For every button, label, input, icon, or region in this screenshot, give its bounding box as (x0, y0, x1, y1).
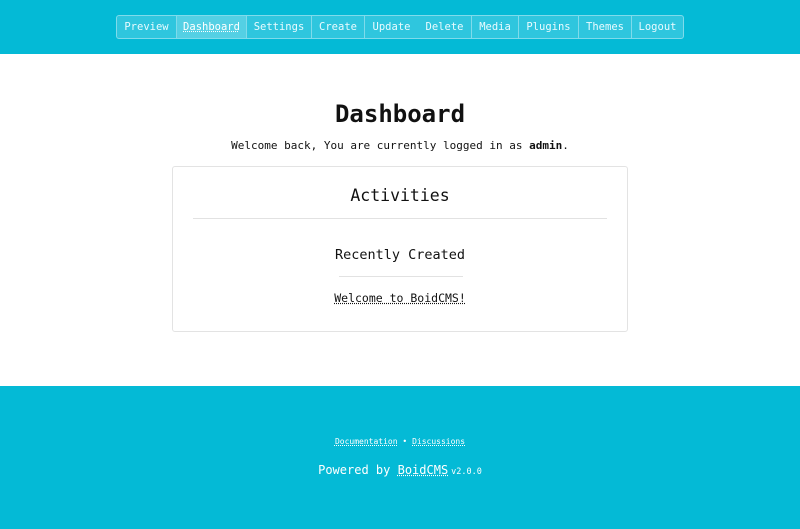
footer-separator: • (402, 437, 408, 446)
nav-item-settings[interactable]: Settings (247, 16, 311, 38)
powered-by-text: Powered by (318, 463, 398, 477)
recent-post-item: Welcome to BoidCMS! (173, 291, 627, 305)
header-bar: Preview Dashboard Settings Create Update… (0, 0, 800, 54)
recently-created-heading: Recently Created (334, 247, 466, 263)
nav-item-media[interactable]: Media (472, 16, 518, 38)
activities-heading: Activities (350, 186, 450, 205)
welcome-message: Welcome back, You are currently logged i… (0, 139, 800, 152)
nav-item-preview[interactable]: Preview (117, 16, 176, 38)
boidcms-link[interactable]: BoidCMS (398, 463, 449, 477)
welcome-suffix: . (562, 139, 569, 152)
nav-item-dashboard[interactable]: Dashboard (177, 16, 246, 38)
divider (339, 276, 463, 277)
nav-item-delete[interactable]: Delete (418, 16, 471, 38)
footer-links: Documentation • Discussions (0, 437, 800, 446)
powered-by: Powered by BoidCMS v2.0.0 (0, 463, 800, 477)
nav-item-themes[interactable]: Themes (579, 16, 631, 38)
activities-card: Activities Recently Created Welcome to B… (172, 166, 628, 332)
welcome-text: Welcome back, You are currently logged i… (231, 139, 530, 152)
nav-item-create[interactable]: Create (312, 16, 364, 38)
main-nav: Preview Dashboard Settings Create Update… (116, 15, 684, 39)
documentation-link[interactable]: Documentation (335, 437, 398, 446)
nav-item-update[interactable]: Update (365, 16, 418, 38)
footer: Documentation • Discussions Powered by B… (0, 386, 800, 529)
discussions-link[interactable]: Discussions (412, 437, 465, 446)
page-title: Dashboard (334, 100, 466, 128)
nav-item-logout[interactable]: Logout (632, 16, 683, 38)
recent-post-link[interactable]: Welcome to BoidCMS! (334, 291, 466, 305)
divider (193, 218, 607, 219)
username: admin (529, 139, 563, 152)
version-label: v2.0.0 (451, 467, 482, 477)
nav-item-plugins[interactable]: Plugins (519, 16, 578, 38)
